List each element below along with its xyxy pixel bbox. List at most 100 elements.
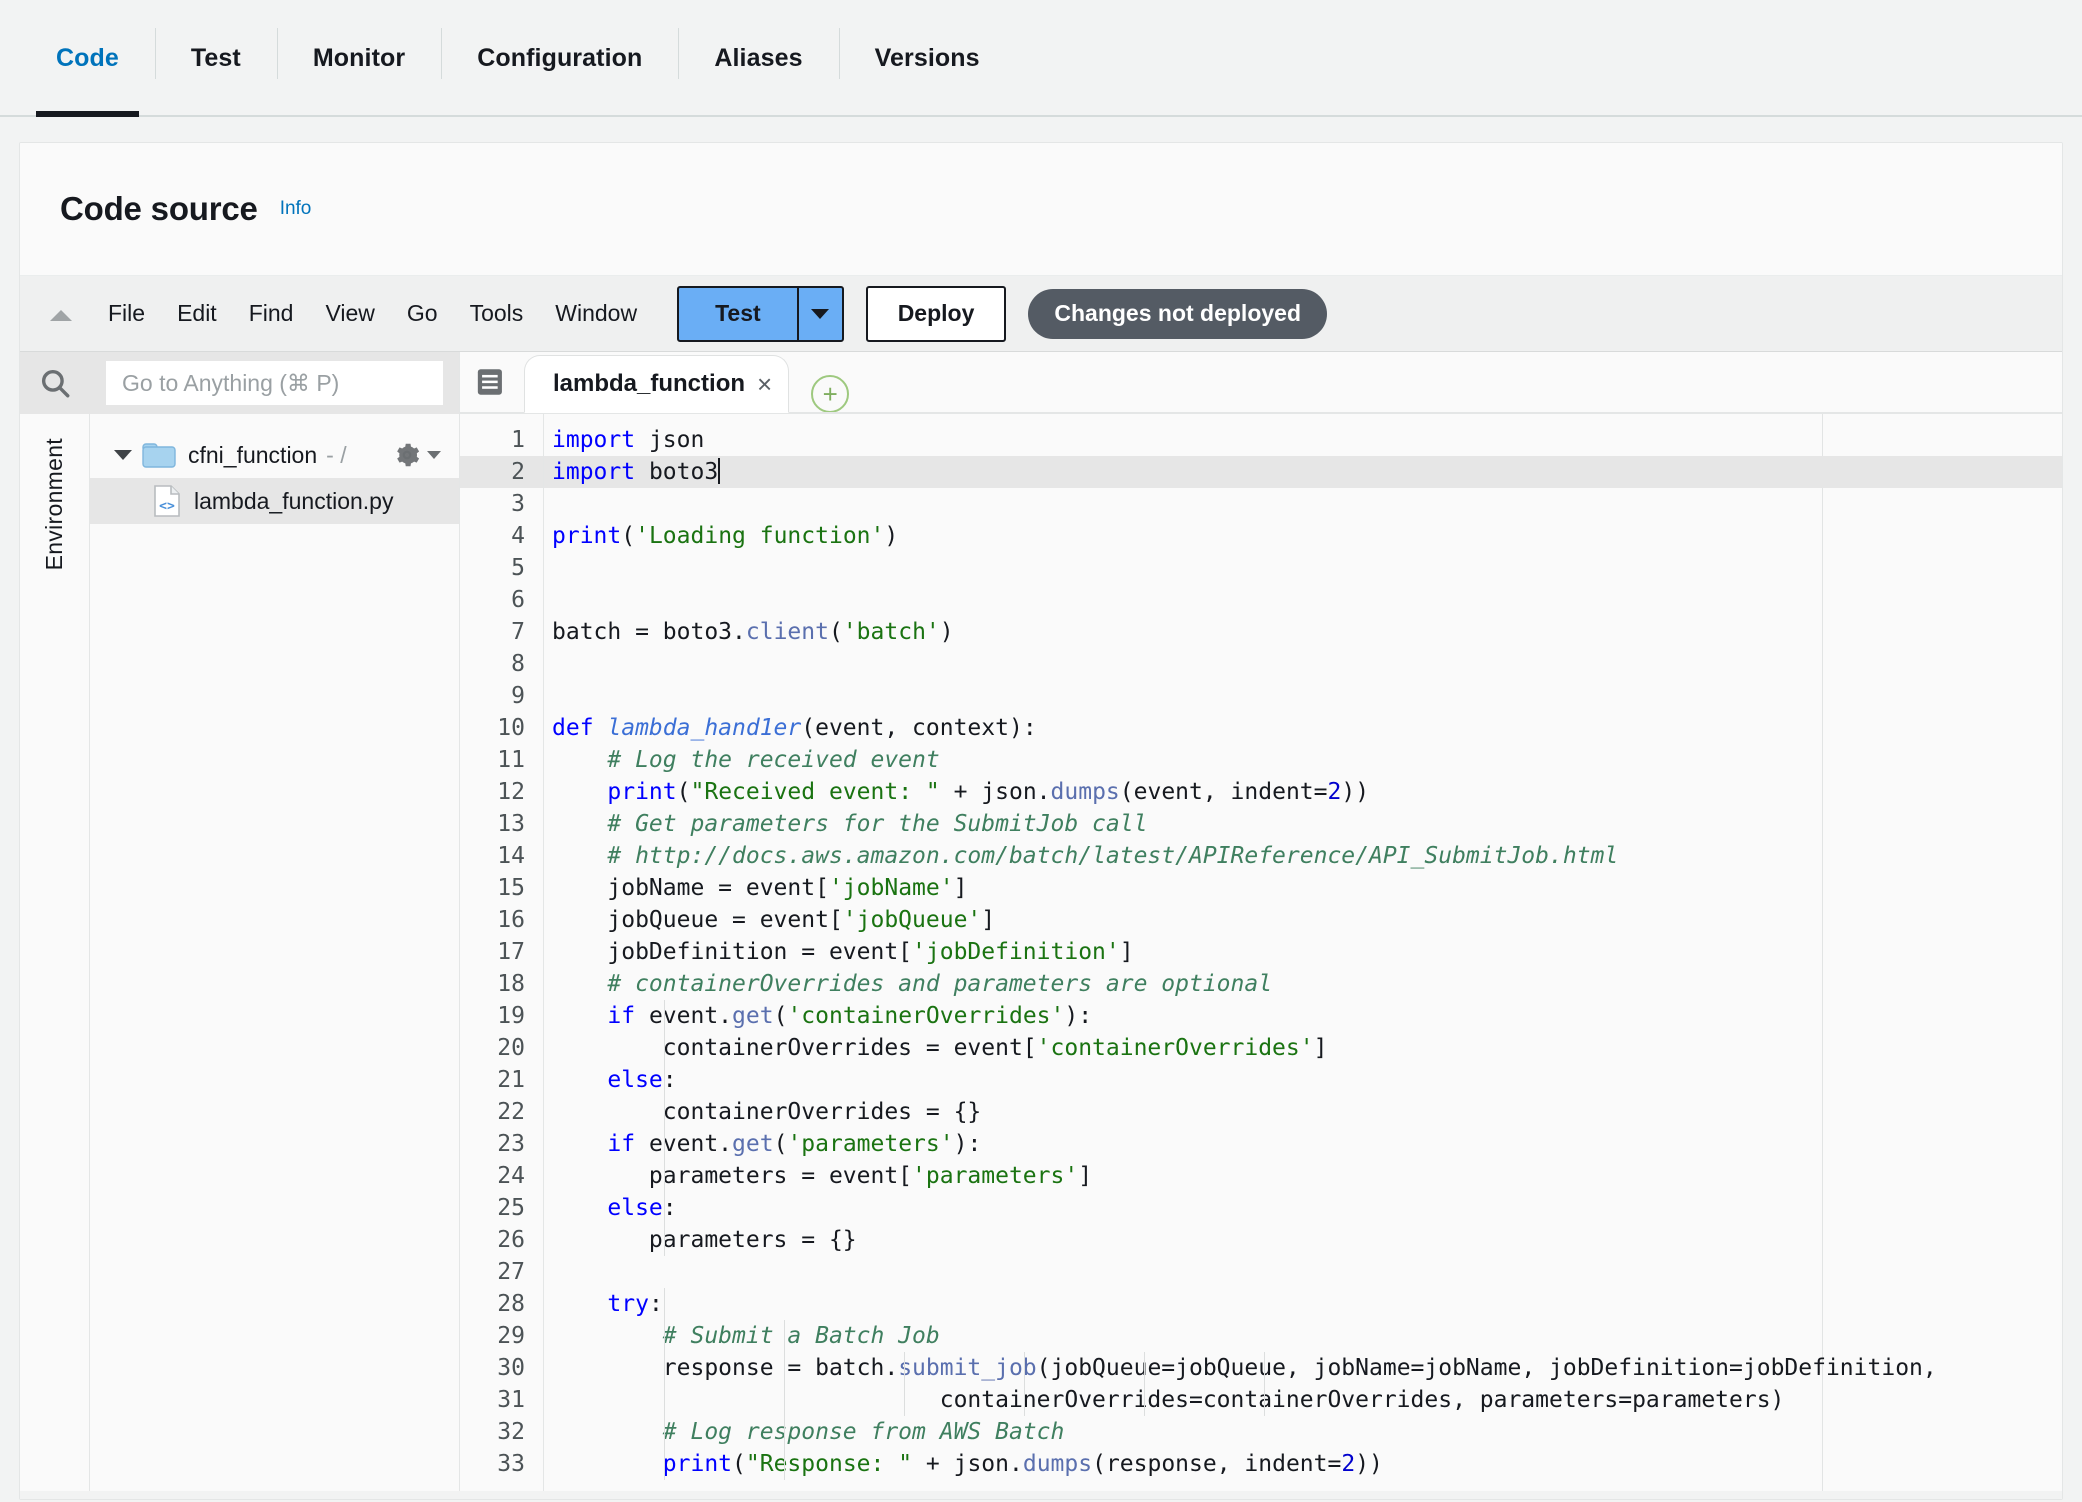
indent-guide	[1264, 1352, 1265, 1416]
code-area[interactable]: 1234567891011121314151617181920212223242…	[460, 414, 2062, 1500]
menu-item-go[interactable]: Go	[391, 300, 454, 327]
environment-panel-label[interactable]: Environment	[41, 438, 68, 570]
code-line[interactable]: import boto3	[544, 456, 2062, 488]
code-token: 'Loading function'	[635, 523, 884, 549]
line-number: 10	[460, 712, 543, 744]
code-token: json	[649, 427, 704, 453]
indent-guide	[664, 1288, 665, 1480]
code-line[interactable]: jobName = event['jobName']	[544, 872, 2062, 904]
code-line[interactable]: jobQueue = event['jobQueue']	[544, 904, 2062, 936]
line-number: 2	[460, 456, 543, 488]
collapse-panel-icon[interactable]	[48, 301, 74, 327]
menu-item-find[interactable]: Find	[233, 300, 310, 327]
code-line[interactable]: containerOverrides = {}	[544, 1096, 2062, 1128]
nav-tab-test[interactable]: Test	[155, 0, 277, 117]
code-token: def	[552, 715, 607, 741]
test-button[interactable]: Test	[677, 286, 798, 342]
code-line[interactable]: batch = boto3.client('batch')	[544, 616, 2062, 648]
code-line[interactable]: print("Response: " + json.dumps(response…	[544, 1448, 2062, 1480]
code-token: (	[774, 1003, 788, 1029]
code-token: ]	[954, 875, 968, 901]
code-token: # containerOverrides and parameters are …	[552, 971, 1272, 997]
deploy-button[interactable]: Deploy	[866, 286, 1007, 342]
close-icon[interactable]: ×	[757, 371, 772, 397]
code-line[interactable]: response = batch.submit_job(jobQueue=job…	[544, 1352, 2062, 1384]
menu-item-file[interactable]: File	[92, 300, 161, 327]
tree-row-file[interactable]: <> lambda_function.py	[90, 478, 459, 524]
add-tab-icon[interactable]: +	[811, 375, 849, 413]
chevron-down-icon[interactable]	[112, 444, 134, 466]
search-input[interactable]	[106, 361, 443, 405]
code-line[interactable]: # http://docs.aws.amazon.com/batch/lates…	[544, 840, 2062, 872]
code-token: try	[607, 1291, 649, 1317]
nav-tab-versions[interactable]: Versions	[839, 0, 1016, 117]
line-number: 3	[460, 488, 543, 520]
menu-item-window[interactable]: Window	[539, 300, 653, 327]
code-scroll[interactable]: import jsonimport boto3print('Loading fu…	[544, 414, 2062, 1500]
code-token: dumps	[1023, 1451, 1092, 1477]
menu-item-edit[interactable]: Edit	[161, 300, 233, 327]
code-token: )	[884, 523, 898, 549]
code-line[interactable]: print("Received event: " + json.dumps(ev…	[544, 776, 2062, 808]
code-token: batch = boto3.	[552, 619, 746, 645]
indent-guide	[664, 1000, 665, 1256]
code-line[interactable]: try:	[544, 1288, 2062, 1320]
code-token: print	[552, 523, 621, 549]
code-line[interactable]: # containerOverrides and parameters are …	[544, 968, 2062, 1000]
line-number: 17	[460, 936, 543, 968]
code-line[interactable]: jobDefinition = event['jobDefinition']	[544, 936, 2062, 968]
code-line[interactable]	[544, 584, 2062, 616]
code-line[interactable]	[544, 680, 2062, 712]
code-line[interactable]: # Submit a Batch Job	[544, 1320, 2062, 1352]
menu-item-tools[interactable]: Tools	[454, 300, 540, 327]
test-dropdown-caret-icon[interactable]	[798, 286, 844, 342]
code-line[interactable]	[544, 648, 2062, 680]
line-number: 22	[460, 1096, 543, 1128]
left-rail: Environment	[20, 352, 90, 1500]
code-token: 'parameters'	[787, 1131, 953, 1157]
code-line[interactable]	[544, 1256, 2062, 1288]
code-line[interactable]: else:	[544, 1192, 2062, 1224]
line-number: 11	[460, 744, 543, 776]
nav-tab-configuration[interactable]: Configuration	[441, 0, 678, 117]
nav-tab-monitor[interactable]: Monitor	[277, 0, 441, 117]
code-line[interactable]: else:	[544, 1064, 2062, 1096]
code-line[interactable]: containerOverrides = event['containerOve…	[544, 1032, 2062, 1064]
code-line[interactable]: print('Loading function')	[544, 520, 2062, 552]
line-number: 15	[460, 872, 543, 904]
code-line[interactable]: # Get parameters for the SubmitJob call	[544, 808, 2062, 840]
nav-tab-aliases[interactable]: Aliases	[678, 0, 838, 117]
text-cursor	[718, 458, 720, 484]
line-number: 19	[460, 1000, 543, 1032]
line-number: 28	[460, 1288, 543, 1320]
menu-item-view[interactable]: View	[309, 300, 390, 327]
rail-search-icon[interactable]	[20, 352, 90, 414]
code-token: (	[774, 1131, 788, 1157]
code-line[interactable]: if event.get('parameters'):	[544, 1128, 2062, 1160]
code-line[interactable]	[544, 552, 2062, 584]
code-line[interactable]: import json	[544, 424, 2062, 456]
code-token: )	[940, 619, 954, 645]
tree-row-folder[interactable]: cfni_function - /	[90, 432, 459, 478]
code-line[interactable]: containerOverrides=containerOverrides, p…	[544, 1384, 2062, 1416]
code-line[interactable]: # Log the received event	[544, 744, 2062, 776]
editor-tab-lambda-function[interactable]: lambda_function ×	[524, 355, 789, 413]
code-line[interactable]: if event.get('containerOverrides'):	[544, 1000, 2062, 1032]
code-line[interactable]: parameters = {}	[544, 1224, 2062, 1256]
code-line[interactable]: def lambda_hand1er(event, context):	[544, 712, 2062, 744]
folder-settings-button[interactable]	[392, 440, 441, 470]
line-number: 21	[460, 1064, 543, 1096]
code-token: 'batch'	[843, 619, 940, 645]
code-line[interactable]: # Log response from AWS Batch	[544, 1416, 2062, 1448]
line-number: 14	[460, 840, 543, 872]
code-token: (	[621, 523, 635, 549]
line-number: 6	[460, 584, 543, 616]
tab-list-icon[interactable]	[460, 351, 524, 413]
nav-tab-code[interactable]: Code	[20, 0, 155, 117]
code-token: if	[607, 1131, 635, 1157]
code-line[interactable]	[544, 488, 2062, 520]
code-line[interactable]: parameters = event['parameters']	[544, 1160, 2062, 1192]
code-token	[552, 1451, 663, 1477]
code-editor: lambda_function × + 12345678910111213141…	[460, 352, 2062, 1500]
info-link[interactable]: Info	[280, 198, 312, 220]
